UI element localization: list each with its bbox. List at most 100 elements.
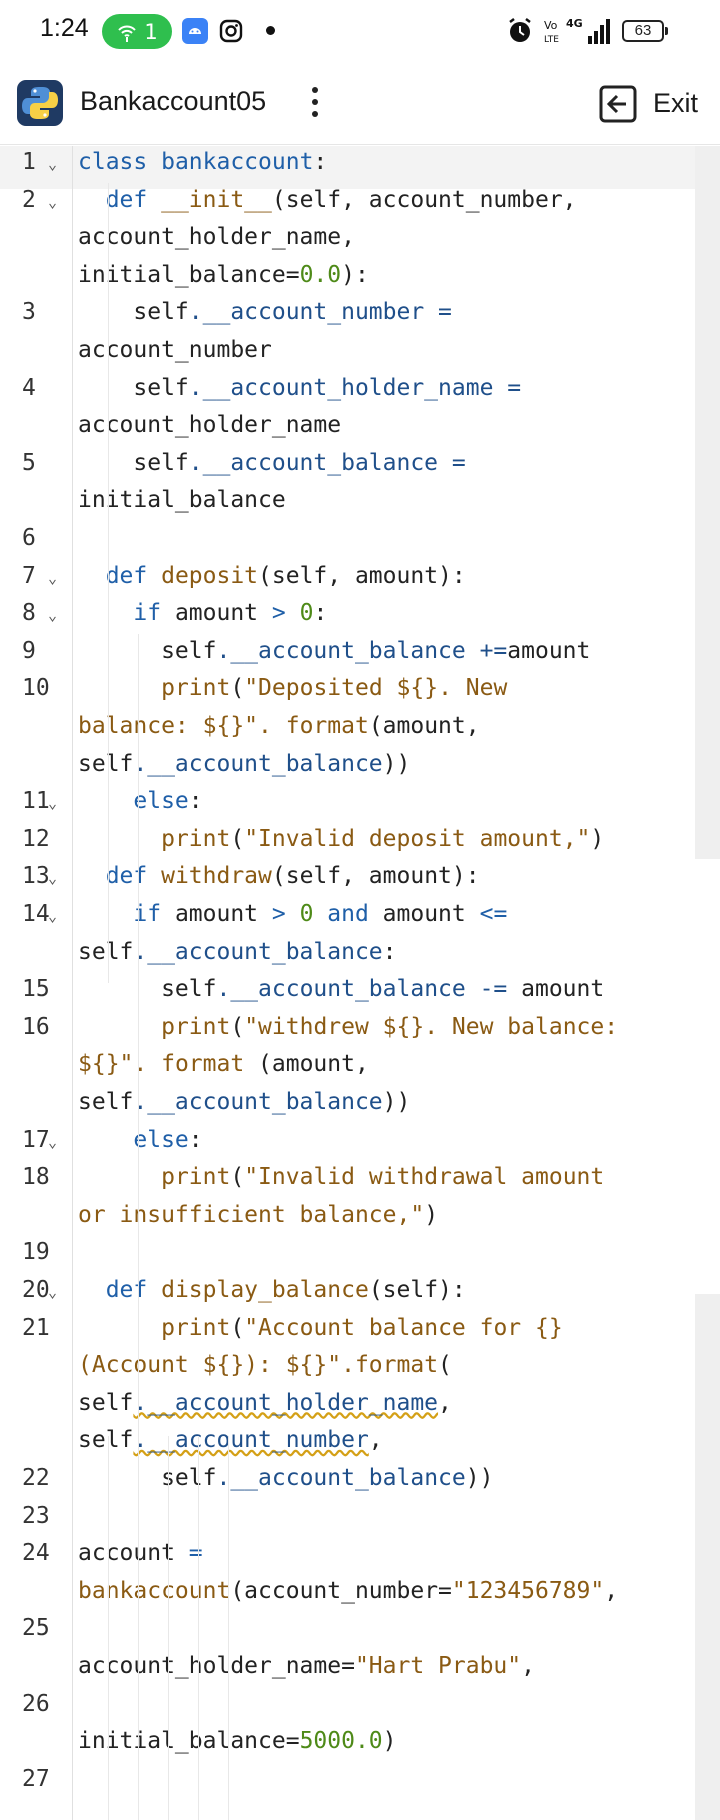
code-row: self.__account_balance =: [78, 449, 466, 476]
code-token: "Account balance for {}: [244, 1314, 563, 1341]
indent-guide: [198, 1436, 199, 1820]
code-token: self: [78, 976, 217, 1003]
code-row: def __init__(self, account_number,: [78, 187, 577, 213]
code-token: self: [78, 374, 189, 401]
line-number: 23: [22, 1502, 50, 1529]
line-number: 9: [22, 637, 36, 664]
code-token: :: [313, 149, 328, 175]
code-token: format: [161, 1051, 259, 1078]
code-token: amount: [382, 901, 480, 927]
fold-toggle-icon[interactable]: ⌄: [48, 869, 57, 887]
fold-toggle-icon[interactable]: ⌄: [48, 193, 57, 211]
code-token: initial_balance=: [78, 261, 300, 288]
code-token: "withdrew ${}. New balance:: [244, 1013, 619, 1040]
fold-toggle-icon[interactable]: ⌄: [48, 606, 57, 624]
code-row: else:: [78, 1126, 203, 1153]
code-row: print("Invalid withdrawal amount: [78, 1164, 604, 1190]
code-token: account_holder_name: [78, 412, 342, 439]
code-row: self.__account_balance)): [78, 1089, 410, 1115]
line-number: 18: [22, 1164, 50, 1191]
network-type-label: 4G: [566, 17, 583, 30]
code-token: .__account_balance: [216, 1465, 466, 1491]
code-token: or insufficient balance,": [78, 1201, 425, 1228]
fold-toggle-icon[interactable]: ⌄: [48, 794, 57, 812]
code-token: .__account_balance: [133, 1089, 383, 1115]
code-token: initial_balance: [78, 487, 286, 514]
line-number: 19: [22, 1239, 50, 1266]
code-token: .__account_balance =: [188, 449, 466, 476]
code-row: self.__account_balance)): [78, 1465, 493, 1491]
code-token: __init__: [161, 186, 272, 213]
code-token: :: [188, 1126, 203, 1153]
code-token: amount: [507, 637, 591, 664]
hotspot-count: 1: [144, 19, 158, 44]
code-row: self.__account_balance:: [78, 939, 397, 965]
fold-toggle-icon[interactable]: ⌄: [48, 1283, 57, 1301]
code-token: .__account_balance: [133, 938, 383, 965]
code-token: account_holder_name,: [78, 224, 355, 251]
fold-toggle-icon[interactable]: ⌄: [48, 569, 57, 587]
exit-label: Exit: [653, 88, 699, 118]
line-number: 15: [22, 976, 50, 1003]
code-token: class: [78, 149, 162, 175]
code-token: ,: [521, 1653, 535, 1679]
code-row: else:: [78, 788, 202, 814]
code-token: amount: [174, 600, 272, 627]
code-token: :: [382, 938, 397, 965]
overflow-menu-button[interactable]: [300, 82, 330, 122]
code-token: self: [78, 299, 189, 326]
exit-button[interactable]: Exit: [598, 82, 716, 126]
code-token: <=: [479, 901, 508, 927]
code-token: and: [327, 901, 383, 927]
code-row: ${}". format (amount,: [78, 1051, 369, 1077]
alarm-icon: [509, 18, 531, 42]
code-token: .__account_holder_name: [133, 1389, 439, 1416]
fold-toggle-icon[interactable]: ⌄: [48, 1133, 57, 1151]
code-row: def display_balance(self):: [78, 1277, 466, 1303]
code-row: account_holder_name,: [78, 224, 355, 250]
fold-toggle-icon[interactable]: ⌄: [48, 907, 57, 925]
code-token: "Invalid withdrawal amount: [244, 1164, 605, 1191]
code-token: 0.0: [299, 261, 342, 288]
code-token: )): [382, 750, 411, 777]
line-number: 25: [22, 1615, 50, 1642]
code-token: if: [78, 600, 175, 627]
code-editor[interactable]: 1 ⌄ 2 ⌄ 3 4 5 6 7 ⌄ 8 ⌄ 9 10 11 ⌄ 12 13 ⌄ 14 ⌄ 15 16 17 ⌄ 18 19 20 ⌄…: [0, 146, 720, 1820]
gutter-divider: [72, 146, 73, 1820]
code-token: "123456789": [451, 1577, 605, 1604]
code-token: withdraw: [161, 863, 272, 890]
code-row: bankaccount(account_number="123456789",: [78, 1578, 618, 1604]
code-token: =: [188, 1540, 203, 1567]
code-token: ${}".: [78, 1051, 162, 1078]
code-row: self.__account_holder_name =: [78, 375, 521, 401]
code-token: if: [78, 901, 175, 927]
code-token: .__account_balance: [133, 750, 383, 777]
exit-icon: [599, 85, 637, 123]
app-bar: Bankaccount05 Exit: [0, 62, 720, 145]
code-token: self: [78, 1427, 134, 1454]
fold-toggle-icon[interactable]: ⌄: [48, 155, 57, 173]
python-logo-icon: [17, 80, 63, 126]
code-row: self.__account_balance +=amount: [78, 638, 590, 664]
line-number: 10: [22, 675, 50, 702]
line-number: 21: [22, 1314, 50, 1341]
code-token: >: [271, 901, 300, 927]
line-number: 5: [22, 449, 36, 476]
vertical-scrollbar-track-lower[interactable]: [695, 1294, 720, 1820]
line-number: 6: [22, 525, 36, 551]
instagram-icon: [219, 19, 243, 43]
code-token: :: [313, 600, 328, 627]
code-token: def: [78, 863, 162, 890]
code-token: ,: [438, 1389, 452, 1416]
vertical-scrollbar-track[interactable]: [695, 146, 720, 859]
code-token: display_balance: [161, 1277, 369, 1303]
code-token: print: [161, 675, 231, 702]
code-row: print("Account balance for {}: [78, 1315, 563, 1341]
volte-icon: Vo LTE: [544, 19, 559, 45]
code-token: print: [161, 825, 231, 852]
code-token: "Invalid deposit amount,": [244, 825, 591, 852]
android-app-icon: [182, 18, 208, 44]
code-row: self.__account_balance -= amount: [78, 976, 604, 1002]
